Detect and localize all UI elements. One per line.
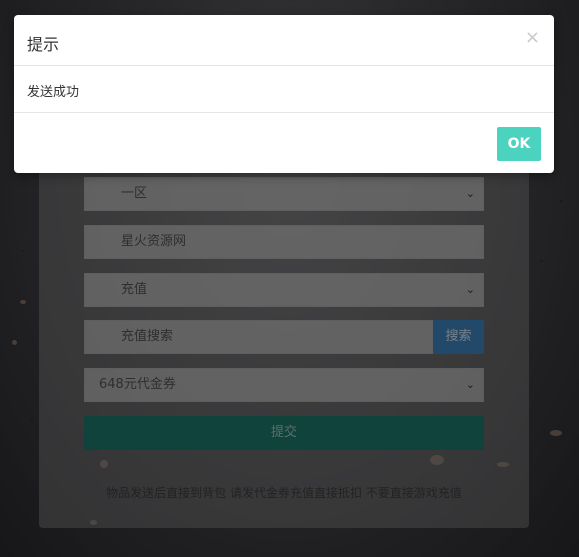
dialog-title: 提示 [27, 35, 60, 54]
close-icon[interactable]: × [525, 27, 540, 48]
alert-dialog: 提示 × 发送成功 OK [14, 15, 554, 173]
dialog-header: 提示 × [14, 15, 554, 66]
dialog-body: 发送成功 [14, 66, 554, 113]
dialog-message: 发送成功 [27, 85, 80, 100]
ok-button[interactable]: OK [497, 127, 541, 161]
